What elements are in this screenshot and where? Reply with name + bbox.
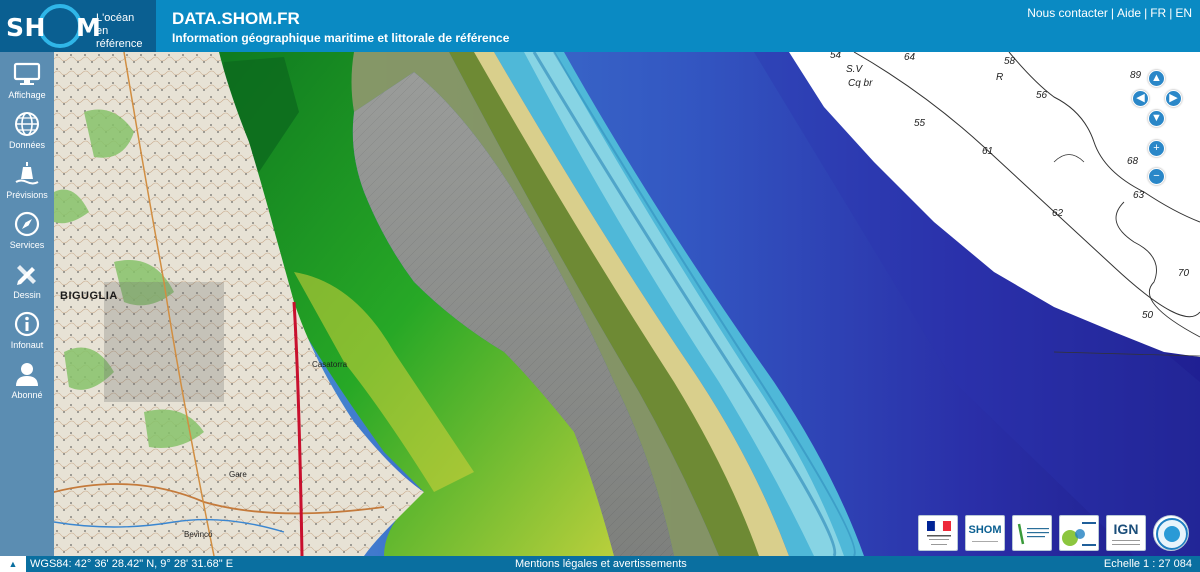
sidebar-item-label: Prévisions xyxy=(6,190,48,200)
pan-down-button[interactable]: ▼ xyxy=(1148,110,1165,127)
map-town-label: BIGUGLIA xyxy=(60,290,118,302)
sidebar-item-dessin[interactable]: Dessin xyxy=(0,255,54,305)
contact-link[interactable]: Nous contacter xyxy=(1027,6,1108,20)
sidebar-item-label: Services xyxy=(9,240,45,250)
map-viewport[interactable]: BIGUGLIA Casatorra Bevinco Gare 54 64 S.… xyxy=(54,52,1200,556)
sidebar: Affichage Données Prévisions Services De… xyxy=(0,52,54,556)
gebco-logo[interactable] xyxy=(1153,515,1189,551)
depth-sounding: 62 xyxy=(1052,208,1064,219)
globe-icon xyxy=(15,112,39,136)
buoy-icon xyxy=(15,162,39,185)
sidebar-item-previsions[interactable]: Prévisions xyxy=(0,155,54,205)
depth-sounding: 54 xyxy=(830,52,842,61)
shom-partner-text: SHOM xyxy=(968,524,1002,536)
compass-icon xyxy=(14,211,40,237)
logo-tagline: L'océan en référence xyxy=(96,12,156,51)
shom-partner-logo[interactable]: SHOM xyxy=(965,515,1005,551)
link-separator: | xyxy=(1169,6,1173,20)
legal-mentions-link[interactable]: Mentions légales et avertissements xyxy=(515,558,687,570)
top-links: Nous contacter | Aide | FR | EN xyxy=(1027,6,1192,20)
sidebar-item-label: Données xyxy=(8,140,46,150)
europe-icon xyxy=(1062,522,1096,546)
ign-partner-text: IGN xyxy=(1113,521,1139,537)
logo-tagline-line1: L'océan xyxy=(96,12,135,24)
collectivite-corse-logo[interactable] xyxy=(1012,515,1052,551)
sidebar-item-label: Infonaut xyxy=(10,340,44,350)
ign-logo[interactable]: IGN xyxy=(1106,515,1146,551)
logo-word-left: SH xyxy=(6,13,46,42)
footer-bar: ▲ WGS84: 42° 36' 28.42" N, 9° 28' 31.68"… xyxy=(0,556,1200,572)
user-icon xyxy=(16,363,38,386)
footer-toggle-button[interactable]: ▲ xyxy=(0,556,26,572)
depth-sounding: 70 xyxy=(1178,268,1190,279)
depth-sounding: S.V xyxy=(846,64,863,75)
map-place-label: Bevinco xyxy=(184,530,213,539)
header-bar: SH M L'océan en référence DATA.SHOM.FR In… xyxy=(0,0,1200,52)
depth-sounding: 56 xyxy=(1036,90,1048,101)
sidebar-item-label: Abonné xyxy=(11,390,43,400)
depth-sounding: R xyxy=(996,72,1004,83)
sidebar-item-abonne[interactable]: Abonné xyxy=(0,355,54,405)
depth-sounding: 61 xyxy=(982,146,994,157)
lang-en-link[interactable]: EN xyxy=(1175,6,1192,20)
monitor-icon xyxy=(13,62,41,85)
lang-fr-link[interactable]: FR xyxy=(1150,6,1166,20)
site-title[interactable]: DATA.SHOM.FR xyxy=(172,9,300,29)
map-place-label: Gare xyxy=(229,470,247,479)
depth-sounding: Cq br xyxy=(848,78,873,89)
depth-sounding: 89 xyxy=(1130,70,1142,81)
marianne-logo[interactable] xyxy=(918,515,958,551)
sidebar-item-affichage[interactable]: Affichage xyxy=(0,55,54,105)
info-icon xyxy=(14,311,40,337)
collectivite-corse-icon xyxy=(1017,523,1049,545)
depth-sounding: 55 xyxy=(914,118,926,129)
depth-sounding: 64 xyxy=(904,52,916,63)
pan-up-button[interactable]: ▲ xyxy=(1148,70,1165,87)
link-separator: | xyxy=(1110,6,1115,20)
sidebar-item-infonaut[interactable]: Infonaut xyxy=(0,305,54,355)
shom-logo[interactable]: SH M L'océan en référence xyxy=(0,0,156,52)
site-subtitle: Information géographique maritime et lit… xyxy=(172,31,510,45)
map-layers xyxy=(54,52,1200,556)
app-root: SH M L'océan en référence DATA.SHOM.FR In… xyxy=(0,0,1200,572)
sidebar-item-label: Dessin xyxy=(13,290,41,300)
sidebar-item-label: Affichage xyxy=(8,90,46,100)
pan-left-button[interactable]: ◀ xyxy=(1132,90,1149,107)
link-separator: | xyxy=(1144,6,1148,20)
marianne-flag-icon xyxy=(927,520,951,545)
depth-sounding: 68 xyxy=(1127,156,1139,167)
help-link[interactable]: Aide xyxy=(1117,6,1141,20)
logo-tagline-line2: en référence xyxy=(96,25,143,50)
pencil-ruler-icon xyxy=(17,265,36,285)
pan-right-button[interactable]: ▶ xyxy=(1165,90,1182,107)
zoom-out-button[interactable]: − xyxy=(1148,168,1165,185)
map-scale: Echelle 1 : 27 084 xyxy=(1103,558,1192,570)
sidebar-item-services[interactable]: Services xyxy=(0,205,54,255)
sidebar-item-donnees[interactable]: Données xyxy=(0,105,54,155)
depth-sounding: 63 xyxy=(1133,190,1145,201)
map-place-label: Casatorra xyxy=(312,360,348,369)
europe-logo[interactable] xyxy=(1059,515,1099,551)
zoom-in-button[interactable]: + xyxy=(1148,140,1165,157)
cursor-coordinates: WGS84: 42° 36' 28.42" N, 9° 28' 31.68" E xyxy=(30,558,234,570)
logo-wordmark: SH M xyxy=(6,13,101,42)
depth-sounding: 50 xyxy=(1142,310,1154,321)
depth-sounding: 58 xyxy=(1004,56,1016,67)
